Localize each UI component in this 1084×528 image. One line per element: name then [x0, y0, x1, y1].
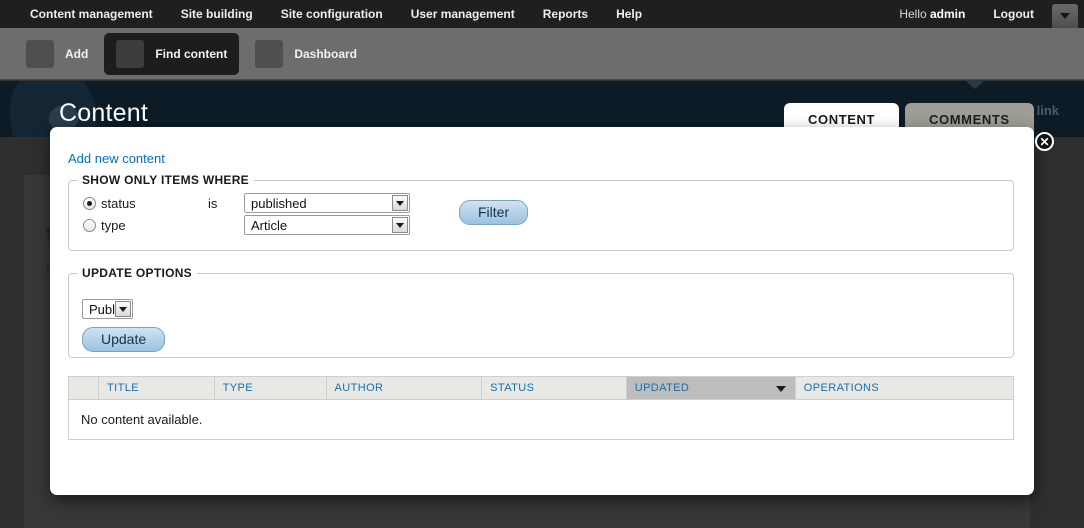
admin-menu-item-site-configuration[interactable]: Site configuration [267, 0, 397, 28]
table-header-operations: OPERATIONS [794, 376, 1015, 400]
dashboard-icon [255, 39, 284, 68]
content-table: TITLE TYPE AUTHOR STATUS UPDATED OPERATI… [68, 376, 1015, 440]
shortcut-toolbar: Add Find content Dashboard [0, 28, 1084, 80]
update-button[interactable]: Update [82, 327, 166, 352]
app-screen: Content management Site building Site co… [0, 0, 1084, 528]
header-notch [966, 81, 984, 89]
admin-menu-bar: Content management Site building Site co… [0, 0, 1084, 28]
table-header-select-all[interactable] [68, 376, 99, 400]
admin-menu-item-help[interactable]: Help [602, 0, 656, 28]
filter-rows: status is published type Article [69, 187, 1013, 236]
filter-fieldset-legend: SHOW ONLY ITEMS WHERE [82, 173, 249, 187]
close-icon[interactable]: ✕ [1035, 132, 1054, 151]
background-link-text: link [1036, 103, 1059, 118]
add-icon [26, 39, 54, 68]
content-table-body: No content available. [68, 399, 1014, 440]
filter-row-status: status is published [83, 192, 1013, 214]
filter-button[interactable]: Filter [459, 200, 529, 225]
update-options-fieldset: UPDATE OPTIONS [68, 266, 1014, 358]
sort-descending-icon [775, 386, 786, 392]
select-status-value[interactable]: published [244, 193, 410, 213]
add-new-content-link[interactable]: Add new content [68, 151, 165, 166]
greeting-username: admin [930, 7, 966, 21]
greeting-text: Hello admin [885, 0, 979, 28]
select-update-operation[interactable]: Publish [82, 299, 133, 319]
admin-menu-item-content-management[interactable]: Content management [16, 0, 167, 28]
tab-content-label: CONTENT [808, 112, 876, 127]
table-header-type[interactable]: TYPE [213, 376, 327, 400]
admin-menu-item-user-management[interactable]: User management [397, 0, 529, 28]
radio-status[interactable] [83, 196, 96, 210]
radio-type-label: type [101, 217, 126, 233]
content-overlay-dialog: Add new content SHOW ONLY ITEMS WHERE st… [50, 127, 1034, 495]
select-type-value[interactable]: Article [244, 215, 410, 235]
table-header-status[interactable]: STATUS [481, 376, 627, 400]
admin-menu-item-reports[interactable]: Reports [529, 0, 602, 28]
shortcut-add[interactable]: Add [14, 33, 100, 75]
admin-menu-account-area: Hello admin Logout [885, 0, 1084, 28]
table-header-row: TITLE TYPE AUTHOR STATUS UPDATED OPERATI… [68, 376, 1015, 400]
select-status-value-label: published [251, 195, 307, 211]
tab-comments-label: COMMENTS [929, 112, 1010, 127]
logout-link[interactable]: Logout [979, 0, 1048, 28]
update-options-legend: UPDATE OPTIONS [82, 266, 192, 280]
table-row: No content available. [68, 399, 1014, 440]
page-title: Content [59, 99, 148, 127]
chevron-down-icon [392, 217, 408, 233]
greeting-prefix: Hello [899, 7, 930, 21]
select-type-value-label: Article [251, 217, 288, 233]
filter-is-word: is [208, 195, 218, 211]
table-header-title[interactable]: TITLE [98, 376, 215, 400]
table-header-author[interactable]: AUTHOR [325, 376, 483, 400]
table-empty-message: No content available. [68, 399, 1014, 440]
filter-fieldset: SHOW ONLY ITEMS WHERE status is publishe… [68, 173, 1014, 251]
shortcut-dashboard-label: Dashboard [294, 46, 358, 61]
content-table-head: TITLE TYPE AUTHOR STATUS UPDATED OPERATI… [68, 376, 1015, 400]
chevron-down-icon [392, 195, 408, 211]
shortcut-dashboard[interactable]: Dashboard [243, 33, 369, 75]
shortcut-add-label: Add [65, 46, 89, 61]
radio-type[interactable] [83, 218, 96, 232]
admin-menu-toggle-button[interactable] [1052, 4, 1078, 28]
table-header-updated-label: UPDATED [634, 382, 690, 394]
shortcut-find-content-label: Find content [155, 46, 228, 61]
admin-menu-item-site-building[interactable]: Site building [167, 0, 267, 28]
chevron-down-icon [1060, 13, 1070, 19]
table-header-updated[interactable]: UPDATED [625, 376, 796, 400]
radio-status-label: status [101, 195, 136, 211]
chevron-down-icon [114, 301, 131, 317]
shortcut-find-content[interactable]: Find content [104, 32, 240, 75]
admin-menu-items: Content management Site building Site co… [0, 0, 656, 28]
find-content-icon [116, 39, 145, 68]
filter-row-type: type Article [83, 214, 1013, 236]
